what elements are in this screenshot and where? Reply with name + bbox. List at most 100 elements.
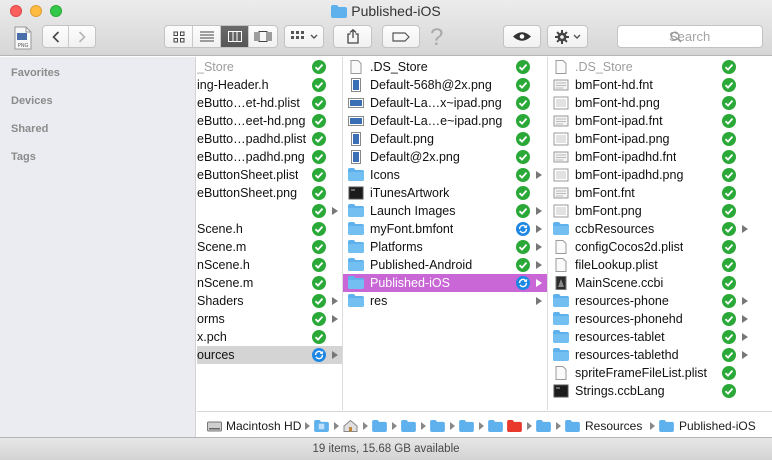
disclosure-arrow-icon — [536, 225, 542, 233]
path-item-home[interactable] — [343, 418, 358, 434]
file-row[interactable]: bmFont-ipadhd.fnt — [548, 148, 772, 166]
png-file-icon[interactable]: PNG — [13, 26, 33, 50]
path-item-folder[interactable] — [314, 418, 329, 434]
share-button[interactable] — [333, 25, 372, 48]
quick-look-button[interactable] — [503, 25, 541, 48]
path-item-folder[interactable] — [401, 418, 416, 434]
sidebar-section-devices[interactable]: Devices — [11, 95, 53, 107]
arrange-button[interactable] — [284, 25, 324, 48]
folder-icon — [488, 420, 503, 432]
file-row[interactable]: Scene.h — [197, 220, 342, 238]
sidebar-section-shared[interactable]: Shared — [11, 123, 48, 135]
folder-row[interactable]: resources-tablet — [548, 328, 772, 346]
folder-row[interactable]: myFont.bmfont — [343, 220, 547, 238]
file-row[interactable]: Default.png — [343, 130, 547, 148]
folder-row[interactable]: Launch Images — [343, 202, 547, 220]
file-row[interactable]: nScene.m — [197, 274, 342, 292]
help-question-icon[interactable]: ? — [430, 24, 443, 52]
file-row[interactable]: Default-568h@2x.png — [343, 76, 547, 94]
file-row[interactable]: eButto…padhd.plist — [197, 130, 342, 148]
folder-row[interactable]: Shaders — [197, 292, 342, 310]
item-name: bmFont.fnt — [575, 186, 635, 200]
file-row[interactable]: configCocos2d.plist — [548, 238, 772, 256]
file-row[interactable]: fileLookup.plist — [548, 256, 772, 274]
path-item-folder[interactable] — [430, 418, 445, 434]
file-row[interactable]: bmFont.fnt — [548, 184, 772, 202]
sidebar-section-favorites[interactable]: Favorites — [11, 67, 60, 79]
file-row[interactable]: Default-La…e~ipad.png — [343, 112, 547, 130]
chevron-right-icon — [78, 30, 86, 43]
edit-tags-button[interactable] — [382, 25, 420, 48]
folder-row[interactable]: Published-Android — [343, 256, 547, 274]
item-name: ccbResources — [575, 222, 655, 236]
list-view-button[interactable] — [193, 26, 221, 47]
file-row[interactable]: bmFont-hd.fnt — [548, 76, 772, 94]
file-row[interactable]: Default-La…x~ipad.png — [343, 94, 547, 112]
path-item-folder-red[interactable] — [507, 418, 522, 434]
path-item-folder[interactable] — [488, 418, 503, 434]
path-item-macintosh-hd[interactable]: Macintosh HD — [207, 418, 301, 434]
file-row[interactable]: bmFont-ipad.fnt — [548, 112, 772, 130]
folder-row[interactable]: res — [343, 292, 547, 310]
path-item-published-ios[interactable]: Published-iOS — [659, 418, 756, 434]
document-icon — [553, 258, 569, 272]
file-row[interactable]: MainScene.ccbi — [548, 274, 772, 292]
path-item-resources[interactable]: Resources — [565, 418, 642, 434]
folder-row[interactable]: Published-iOS — [343, 274, 547, 292]
sidebar-section-tags[interactable]: Tags — [11, 151, 36, 163]
item-name: Published-iOS — [370, 276, 450, 290]
folder-icon — [401, 420, 416, 432]
folder-row[interactable]: orms — [197, 310, 342, 328]
file-row[interactable]: x.pch — [197, 328, 342, 346]
file-row[interactable]: Strings.ccbLang — [548, 382, 772, 400]
action-button[interactable] — [547, 25, 588, 48]
icon-view-button[interactable] — [165, 26, 193, 47]
file-row[interactable]: bmFont-ipad.png — [548, 130, 772, 148]
file-row[interactable]: bmFont-ipadhd.png — [548, 166, 772, 184]
png-image-icon — [553, 132, 569, 146]
folder-row[interactable]: resources-phone — [548, 292, 772, 310]
folder-row[interactable]: ccbResources — [548, 220, 772, 238]
file-row[interactable]: eButto…et-hd.plist — [197, 94, 342, 112]
folder-icon — [348, 294, 364, 308]
file-row[interactable]: nScene.h — [197, 256, 342, 274]
synced-check-icon — [312, 150, 326, 164]
column-view-button[interactable] — [221, 26, 249, 47]
folder-row[interactable] — [197, 202, 342, 220]
svg-text:PNG: PNG — [18, 43, 29, 49]
synced-check-icon — [312, 60, 326, 74]
synced-check-icon — [312, 168, 326, 182]
file-row[interactable]: iTunesArtwork — [343, 184, 547, 202]
path-item-folder[interactable] — [459, 418, 474, 434]
folder-row[interactable]: Platforms — [343, 238, 547, 256]
forward-button[interactable] — [69, 26, 95, 47]
folder-row[interactable]: ources — [197, 346, 342, 364]
file-row[interactable]: Default@2x.png — [343, 148, 547, 166]
file-row[interactable]: eButto…padhd.png — [197, 148, 342, 166]
file-row[interactable]: eButto…eet-hd.png — [197, 112, 342, 130]
search-field[interactable]: Search — [617, 25, 763, 48]
file-row[interactable]: _Store — [197, 58, 342, 76]
folder-row[interactable]: resources-tablethd — [548, 346, 772, 364]
file-row[interactable]: ing-Header.h — [197, 76, 342, 94]
file-row[interactable]: eButtonSheet.png — [197, 184, 342, 202]
path-item-folder[interactable] — [372, 418, 387, 434]
folder-row[interactable]: resources-phonehd — [548, 310, 772, 328]
window-title-text: Published-iOS — [351, 3, 441, 19]
file-row[interactable]: .DS_Store — [343, 58, 547, 76]
folder-row[interactable]: Icons — [343, 166, 547, 184]
file-row[interactable]: bmFont.png — [548, 202, 772, 220]
disclosure-arrow-icon — [742, 225, 748, 233]
file-row[interactable]: .DS_Store — [548, 58, 772, 76]
coverflow-view-button[interactable] — [249, 26, 277, 47]
back-button[interactable] — [43, 26, 69, 47]
path-item-folder[interactable] — [536, 418, 551, 434]
file-row[interactable]: bmFont-hd.png — [548, 94, 772, 112]
file-row[interactable]: eButtonSheet.plist — [197, 166, 342, 184]
file-row[interactable]: spriteFrameFileList.plist — [548, 364, 772, 382]
file-row[interactable]: Scene.m — [197, 238, 342, 256]
font-file-icon — [553, 114, 569, 128]
list-icon — [199, 31, 214, 42]
folder-icon — [430, 420, 445, 432]
png-image-icon — [553, 168, 569, 182]
